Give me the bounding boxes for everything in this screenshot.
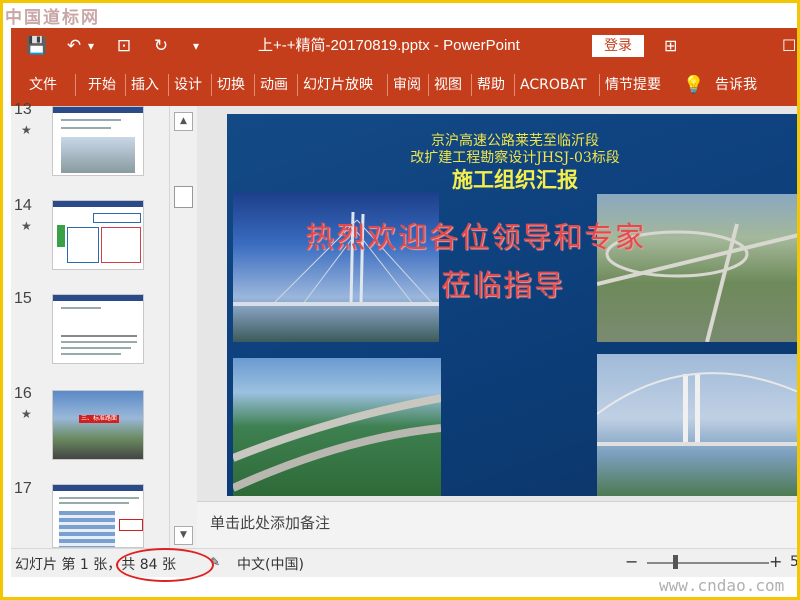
screenshot-frame: 中国道标网 💾 ↶ ▾ ⊡ ↻ ▾ 上+-+精简-20170819.pptx -… xyxy=(0,0,800,600)
zoom-slider-knob[interactable] xyxy=(673,555,678,569)
tab-separator xyxy=(599,74,600,96)
zoom-in-button[interactable]: + xyxy=(769,552,782,571)
tab-design[interactable]: 设计 xyxy=(174,64,202,106)
tab-insert[interactable]: 插入 xyxy=(131,64,159,106)
thumbnail-scrollbar[interactable]: ▲ ▼ xyxy=(169,106,198,548)
thumb-box xyxy=(93,213,141,223)
tab-file[interactable]: 文件 xyxy=(29,64,57,106)
notes-placeholder[interactable]: 单击此处添加备注 xyxy=(210,512,330,533)
thumb-header xyxy=(53,295,143,301)
welcome-text-2: 莅临指导 xyxy=(441,268,566,302)
language-indicator[interactable]: 中文(中国) xyxy=(237,554,304,574)
thumb-number: 15 xyxy=(14,290,32,307)
tab-separator xyxy=(254,74,255,96)
animation-star-icon: ★ xyxy=(21,219,32,233)
thumb-header xyxy=(53,201,143,207)
scrollbar-thumb[interactable] xyxy=(174,186,193,208)
tab-review[interactable]: 审阅 xyxy=(393,64,421,106)
notes-pane[interactable]: 单击此处添加备注 xyxy=(197,501,797,549)
tell-me-search[interactable]: 告诉我 xyxy=(715,64,757,106)
animation-star-icon: ★ xyxy=(21,407,32,421)
thumb-number: 14 xyxy=(14,197,32,214)
tab-separator xyxy=(211,74,212,96)
thumb-line xyxy=(61,127,111,129)
thumb-line xyxy=(59,497,139,499)
zoom-level[interactable]: 5 xyxy=(790,554,797,570)
thumb-line xyxy=(61,341,137,343)
tab-transitions[interactable]: 切换 xyxy=(217,64,245,106)
slide-thumbnail-14[interactable] xyxy=(52,200,144,270)
thumb-line xyxy=(61,353,121,355)
suspension-bridge-photo xyxy=(597,354,797,496)
refresh-icon[interactable]: ↻ xyxy=(149,28,173,64)
thumb-line xyxy=(61,347,131,349)
tab-storyboard[interactable]: 情节提要 xyxy=(605,64,661,106)
slide-thumbnail-13[interactable] xyxy=(52,106,144,176)
tab-separator xyxy=(471,74,472,96)
thumb-header xyxy=(53,485,143,491)
maximize-icon[interactable]: ☐ xyxy=(782,28,796,64)
current-slide[interactable]: 京沪高速公路莱芜至临沂段 改扩建工程勘察设计JHSJ-03标段 施工组织汇报 热… xyxy=(227,114,797,496)
thumb-box xyxy=(67,227,99,263)
annotation-circle xyxy=(116,548,214,582)
tab-separator xyxy=(428,74,429,96)
highway-photo xyxy=(233,358,441,496)
tab-separator xyxy=(297,74,298,96)
watermark-top: 中国道标网 xyxy=(5,8,100,28)
lightbulb-icon[interactable]: 💡 xyxy=(683,64,704,106)
thumb-header xyxy=(53,107,143,113)
document-title: 上+-+精简-20170819.pptx - PowerPoint xyxy=(258,37,520,54)
thumb-table xyxy=(59,511,115,547)
highway-drawing xyxy=(233,394,441,492)
present-icon[interactable]: ⊡ xyxy=(111,28,137,64)
watermark-bottom: www.cndao.com xyxy=(659,576,785,595)
thumb-banner: 三、标准路面 xyxy=(79,415,119,423)
thumb-box xyxy=(101,227,141,263)
undo-dropdown-icon[interactable]: ▾ xyxy=(85,28,97,64)
slide-thumbnail-16[interactable]: 三、标准路面 xyxy=(52,390,144,460)
tab-help[interactable]: 帮助 xyxy=(477,64,505,106)
thumbnail-pane: 13 ★ 14 ★ 15 16 ★ 三、标准路面 17 xyxy=(11,101,169,548)
undo-icon[interactable]: ↶ xyxy=(63,28,85,64)
customize-qat-icon[interactable]: ▾ xyxy=(189,28,203,64)
thumb-box xyxy=(119,519,143,531)
thumb-number: 17 xyxy=(14,480,32,497)
title-bar: 💾 ↶ ▾ ⊡ ↻ ▾ 上+-+精简-20170819.pptx - Power… xyxy=(11,28,797,64)
slide-title: 施工组织汇报 xyxy=(452,167,578,192)
tab-separator xyxy=(125,74,126,96)
scroll-up-icon[interactable]: ▲ xyxy=(174,112,193,131)
animation-star-icon: ★ xyxy=(21,123,32,137)
slide-thumbnail-17[interactable] xyxy=(52,484,144,548)
suspension-bridge-drawing xyxy=(597,372,797,446)
ribbon-display-icon[interactable]: ⊞ xyxy=(664,28,677,64)
thumb-line xyxy=(61,119,121,121)
thumb-line xyxy=(61,307,101,309)
ribbon-tabs: 文件 开始 插入 设计 切换 动画 幻灯片放映 审阅 视图 帮助 ACROBAT… xyxy=(11,64,797,106)
tab-view[interactable]: 视图 xyxy=(434,64,462,106)
thumb-mark xyxy=(57,225,65,247)
thumb-line xyxy=(59,502,129,504)
tab-animations[interactable]: 动画 xyxy=(260,64,288,106)
thumb-image xyxy=(61,137,135,173)
zoom-slider-track[interactable] xyxy=(647,562,769,564)
tab-acrobat[interactable]: ACROBAT xyxy=(520,64,587,106)
thumb-number: 16 xyxy=(14,385,32,402)
slide-thumbnail-15[interactable] xyxy=(52,294,144,364)
tab-separator xyxy=(75,74,76,96)
thumb-image xyxy=(61,315,137,337)
save-icon[interactable]: 💾 xyxy=(25,28,49,64)
welcome-text-1: 热烈欢迎各位领导和专家 xyxy=(305,220,647,254)
scroll-down-icon[interactable]: ▼ xyxy=(174,526,193,545)
tab-separator xyxy=(514,74,515,96)
thumb-number: 13 xyxy=(14,101,32,118)
tab-home[interactable]: 开始 xyxy=(88,64,116,106)
zoom-out-button[interactable]: − xyxy=(625,552,638,571)
login-button[interactable]: 登录 xyxy=(592,35,644,57)
tab-separator xyxy=(168,74,169,96)
tab-slideshow[interactable]: 幻灯片放映 xyxy=(303,64,373,106)
tab-separator xyxy=(387,74,388,96)
